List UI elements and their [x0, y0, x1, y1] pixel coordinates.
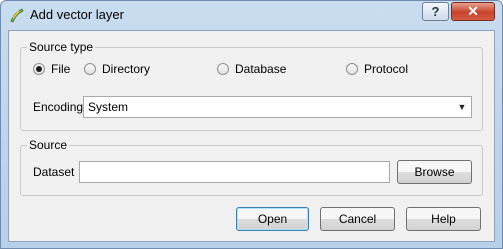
help-button[interactable]: Help: [406, 207, 481, 231]
radio-file-label: File: [51, 62, 71, 76]
encoding-select[interactable]: System ▼: [83, 96, 472, 118]
radio-database[interactable]: Database: [217, 62, 286, 76]
radio-directory[interactable]: Directory: [84, 62, 150, 76]
add-vector-layer-dialog: Add vector layer ? ✕ Source type File Di…: [0, 0, 503, 249]
title-help-button[interactable]: ?: [422, 2, 449, 21]
source-type-group: Source type File Directory Database Prot…: [20, 40, 483, 131]
close-button[interactable]: ✕: [451, 2, 495, 21]
open-button[interactable]: Open: [236, 207, 309, 231]
radio-file[interactable]: File: [33, 62, 70, 76]
radio-file-indicator[interactable]: [33, 63, 45, 75]
window-title: Add vector layer: [30, 7, 124, 22]
encoding-label: Encoding: [33, 100, 84, 114]
radio-directory-label: Directory: [102, 62, 151, 76]
encoding-value: System: [88, 100, 129, 114]
radio-directory-indicator[interactable]: [84, 63, 96, 75]
source-group: Source Dataset Browse: [20, 138, 483, 196]
qgis-app-icon: [10, 8, 24, 23]
source-legend: Source: [27, 138, 70, 152]
radio-database-label: Database: [235, 62, 287, 76]
cancel-button[interactable]: Cancel: [320, 207, 395, 231]
dialog-body: Source type File Directory Database Prot…: [8, 30, 495, 242]
radio-protocol-indicator[interactable]: [346, 63, 358, 75]
dataset-input[interactable]: [79, 161, 390, 183]
source-type-legend: Source type: [27, 40, 96, 54]
title-bar[interactable]: Add vector layer ? ✕: [1, 1, 502, 29]
browse-button[interactable]: Browse: [397, 160, 472, 184]
radio-protocol-label: Protocol: [364, 62, 409, 76]
radio-database-indicator[interactable]: [217, 63, 229, 75]
radio-protocol[interactable]: Protocol: [346, 62, 408, 76]
dataset-label: Dataset: [33, 165, 75, 179]
chevron-down-icon[interactable]: ▼: [454, 98, 470, 116]
